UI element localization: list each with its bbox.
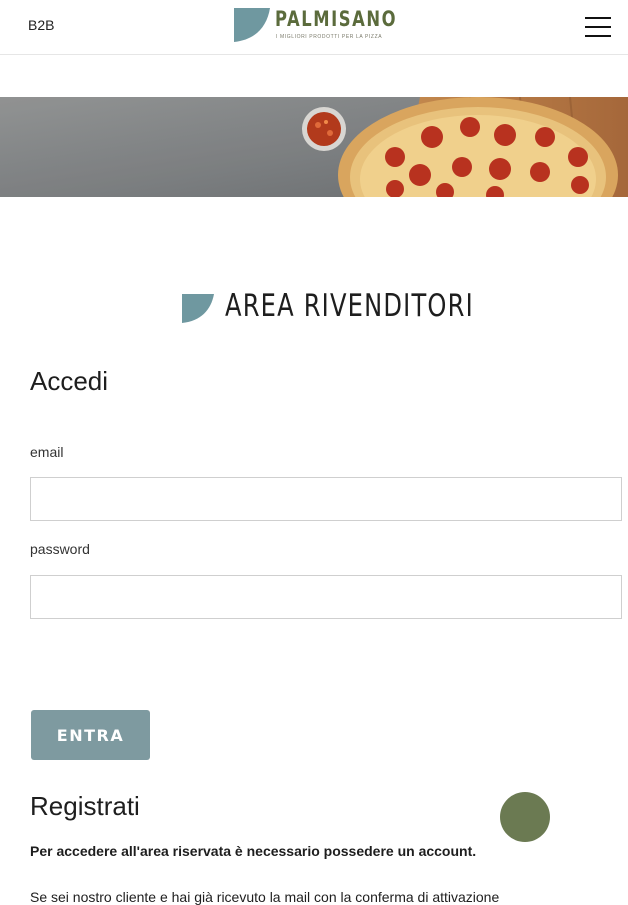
section-title-text: AREA RIVENDITORI (225, 288, 474, 324)
register-note: Per accedere all'area riservata è necess… (30, 843, 477, 859)
email-field[interactable] (30, 477, 622, 521)
register-more-text: Se sei nostro cliente e hai già ricevuto… (30, 889, 500, 905)
brand-mark-icon (182, 294, 214, 323)
palmisano-logo[interactable]: PALMISANO I MIGLIORI PRODOTTI PER LA PIZ… (233, 7, 403, 45)
register-heading: Registrati (30, 791, 140, 821)
pizza-banner-image (0, 97, 628, 197)
email-label: email (30, 444, 64, 460)
logo-mark-icon (234, 8, 270, 42)
logo-tagline: I MIGLIORI PRODOTTI PER LA PIZZA (276, 34, 383, 40)
site-header: B2B PALMISANO I MIGLIORI PRODOTTI PER LA… (0, 0, 628, 55)
logo-name: PALMISANO (275, 7, 398, 31)
password-field[interactable] (30, 575, 622, 619)
login-heading: Accedi (30, 366, 109, 396)
login-submit-button[interactable]: ENTRA (31, 710, 150, 760)
b2b-label[interactable]: B2B (28, 17, 54, 33)
password-label: password (30, 541, 90, 557)
hamburger-menu-icon[interactable] (585, 15, 611, 39)
chat-bubble-icon[interactable] (500, 792, 550, 842)
